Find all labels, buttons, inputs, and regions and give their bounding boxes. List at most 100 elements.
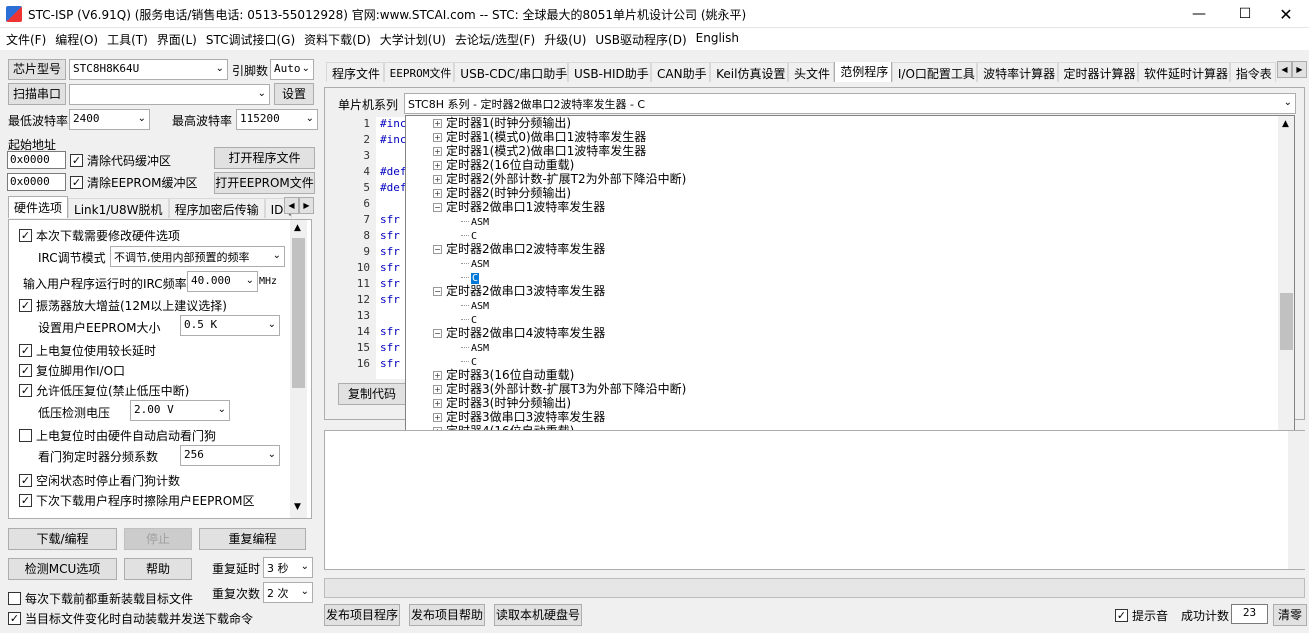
collapse-icon[interactable]: − — [433, 203, 442, 212]
chip-type-select[interactable]: STC8H8K64U ⌄ — [69, 59, 228, 80]
min-baud-select[interactable]: 2400 ⌄ — [69, 109, 150, 130]
tree-folder[interactable]: + 定时器1(模式0)做串口1波特率发生器 — [433, 130, 646, 144]
tree-folder[interactable]: + 定时器3(16位自动重载) — [433, 368, 574, 382]
series-select[interactable]: STC8H 系列 - 定时器2做串口2波特率发生器 - C ⌄ — [404, 93, 1296, 114]
tree-leaf[interactable]: ASM — [461, 298, 489, 312]
tab-eeprom-file[interactable]: EEPROM文件 — [383, 62, 455, 82]
expand-icon[interactable]: + — [433, 119, 442, 128]
hw-scrollbar[interactable]: ▲ ▼ — [290, 220, 307, 518]
settings-button[interactable]: 设置 — [274, 83, 314, 105]
stop-button[interactable]: 停止 — [124, 528, 192, 550]
tab-scroll-left-icon[interactable]: ◀ — [284, 197, 299, 214]
tab-usb-hid[interactable]: USB-HID助手 — [567, 62, 652, 82]
tree-folder[interactable]: + 定时器1(时钟分频输出) — [433, 116, 571, 130]
menu-docs[interactable]: 资料下载(D) — [302, 28, 378, 50]
copy-code-button[interactable]: 复制代码 — [338, 383, 406, 405]
expand-icon[interactable]: + — [433, 413, 442, 422]
expand-icon[interactable]: + — [433, 189, 442, 198]
expand-icon[interactable]: + — [433, 371, 442, 380]
checkbox-checked-icon[interactable]: ✓ — [19, 384, 32, 397]
expand-icon[interactable]: + — [433, 133, 442, 142]
help-button[interactable]: 帮助 — [124, 558, 192, 580]
expand-icon[interactable]: + — [433, 175, 442, 184]
erase-eeprom-option[interactable]: ✓ 下次下载用户程序时擦除用户EEPROM区 — [19, 492, 255, 509]
read-disk-button[interactable]: 读取本机硬盘号 — [494, 604, 582, 626]
wdt-div-select[interactable]: 256 ⌄ — [180, 445, 280, 466]
close-icon[interactable]: ✕ — [1263, 0, 1309, 28]
lvd-select[interactable]: 2.00 V ⌄ — [130, 400, 230, 421]
scan-port-button[interactable]: 扫描串口 — [8, 83, 66, 105]
tab-usb-cdc[interactable]: USB-CDC/串口助手 — [454, 62, 568, 82]
scroll-up-icon[interactable]: ▲ — [294, 223, 301, 233]
tab-can[interactable]: CAN助手 — [651, 62, 711, 82]
maximize-icon[interactable]: ☐ — [1222, 0, 1268, 28]
tab-program-file[interactable]: 程序文件 — [326, 62, 384, 82]
tree-folder[interactable]: + 定时器3(外部计数-扩展T3为外部下降沿中断) — [433, 382, 686, 396]
checkbox-checked-icon[interactable]: ✓ — [19, 474, 32, 487]
menu-university[interactable]: 大学计划(U) — [378, 28, 453, 50]
scroll-thumb[interactable] — [1280, 293, 1293, 350]
publish-program-button[interactable]: 发布项目程序 — [324, 604, 400, 626]
download-button[interactable]: 下载/编程 — [8, 528, 117, 550]
eeprom-address-input[interactable]: 0x0000 — [7, 173, 66, 191]
reprogram-button[interactable]: 重复编程 — [199, 528, 306, 550]
code-address-input[interactable]: 0x0000 — [7, 151, 66, 169]
checkbox-checked-icon[interactable]: ✓ — [19, 494, 32, 507]
tab-keil[interactable]: Keil仿真设置 — [710, 62, 789, 82]
auto-send-option[interactable]: ✓ 当目标文件变化时自动装载并发送下载命令 — [8, 610, 253, 627]
scroll-up-icon[interactable]: ▲ — [1282, 119, 1289, 129]
open-eeprom-button[interactable]: 打开EEPROM文件 — [214, 172, 315, 194]
eeprom-size-select[interactable]: 0.5 K ⌄ — [180, 315, 280, 336]
tree-leaf[interactable]: C — [461, 228, 477, 242]
scroll-down-icon[interactable]: ▼ — [294, 502, 301, 512]
expand-icon[interactable]: + — [433, 147, 442, 156]
output-scrollbar[interactable] — [1288, 431, 1305, 569]
tree-folder[interactable]: + 定时器1(模式2)做串口1波特率发生器 — [433, 144, 646, 158]
tab-link1[interactable]: Link1/U8W脱机 — [68, 198, 169, 218]
tree-leaf[interactable]: C — [461, 270, 480, 284]
tab-delay-calc[interactable]: 软件延时计算器 — [1137, 62, 1230, 82]
publish-help-button[interactable]: 发布项目帮助 — [409, 604, 485, 626]
tree-leaf[interactable]: ASM — [461, 340, 489, 354]
tab-timer-calc[interactable]: 定时器计算器 — [1057, 62, 1138, 82]
tree-folder[interactable]: + 定时器2(时钟分频输出) — [433, 186, 571, 200]
lvr-option[interactable]: ✓ 允许低压复位(禁止低压中断) — [19, 382, 189, 399]
tree-leaf[interactable]: C — [461, 312, 477, 326]
check-mcu-button[interactable]: 检测MCU选项 — [8, 558, 117, 580]
tree-folder[interactable]: + 定时器2(16位自动重载) — [433, 158, 574, 172]
idle-wdt-option[interactable]: ✓ 空闲状态时停止看门狗计数 — [19, 472, 180, 489]
reload-each-option[interactable]: 每次下载前都重新装载目标文件 — [8, 590, 193, 607]
pin-count-select[interactable]: Auto ⌄ — [270, 59, 314, 80]
long-delay-option[interactable]: ✓ 上电复位使用较长延时 — [19, 342, 156, 359]
checkbox-checked-icon[interactable]: ✓ — [19, 344, 32, 357]
tab-header[interactable]: 头文件 — [788, 62, 835, 82]
tab-scroll-right-icon[interactable]: ▶ — [299, 197, 314, 214]
expand-icon[interactable]: + — [433, 161, 442, 170]
collapse-icon[interactable]: − — [433, 245, 442, 254]
menu-english[interactable]: English — [694, 28, 746, 50]
tree-leaf[interactable]: C — [461, 354, 477, 368]
tab-encrypt[interactable]: 程序加密后传输 — [168, 198, 265, 218]
tab-instructions[interactable]: 指令表 — [1229, 62, 1276, 82]
tab-io-config[interactable]: I/O口配置工具 — [891, 62, 978, 82]
menu-program[interactable]: 编程(O) — [53, 28, 105, 50]
tree-folder[interactable]: − 定时器2做串口2波特率发生器 — [433, 242, 605, 256]
retry-delay-select[interactable]: 3 秒 ⌄ — [263, 557, 313, 578]
checkbox-checked-icon[interactable]: ✓ — [1115, 609, 1128, 622]
irc-freq-select[interactable]: 40.000 ⌄ — [187, 271, 258, 292]
expand-icon[interactable]: + — [433, 399, 442, 408]
collapse-icon[interactable]: − — [433, 329, 442, 338]
open-program-button[interactable]: 打开程序文件 — [214, 147, 315, 169]
scroll-thumb[interactable] — [292, 238, 305, 388]
checkbox-checked-icon[interactable]: ✓ — [19, 229, 32, 242]
max-baud-select[interactable]: 115200 ⌄ — [236, 109, 318, 130]
irc-mode-select[interactable]: 不调节,使用内部预置的频率 ⌄ — [110, 246, 285, 267]
menu-file[interactable]: 文件(F) — [4, 28, 53, 50]
port-select[interactable]: ⌄ — [69, 84, 270, 105]
menu-forum[interactable]: 去论坛/选型(F) — [453, 28, 542, 50]
retry-count-select[interactable]: 2 次 ⌄ — [263, 582, 313, 603]
tab-baud-calc[interactable]: 波特率计算器 — [977, 62, 1058, 82]
checkbox-unchecked-icon[interactable] — [8, 592, 21, 605]
modify-hw-option[interactable]: ✓ 本次下载需要修改硬件选项 — [19, 227, 180, 244]
menu-interface[interactable]: 界面(L) — [155, 28, 204, 50]
